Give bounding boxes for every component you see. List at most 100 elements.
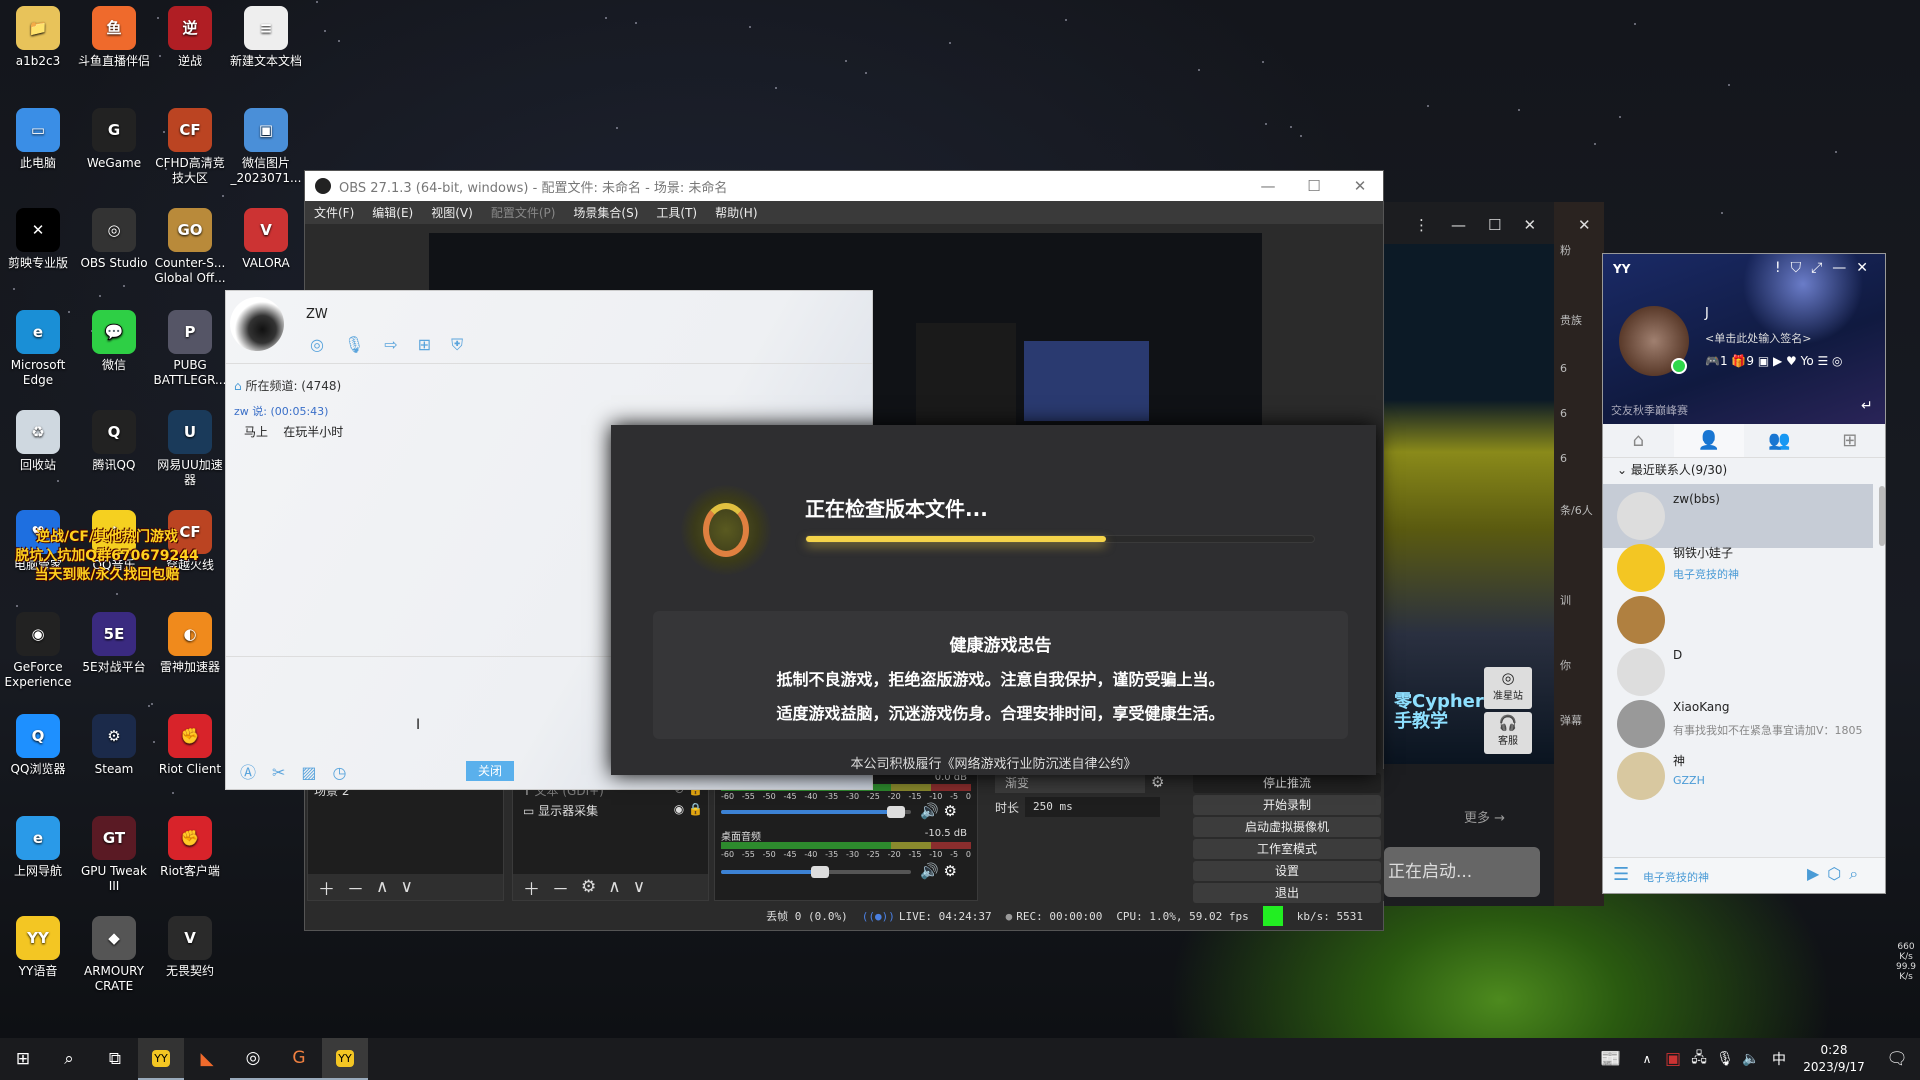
volume-icon[interactable]: 🔈 xyxy=(1738,1038,1764,1080)
transition-select[interactable]: 渐变 xyxy=(995,773,1145,793)
news-icon[interactable]: 📰 xyxy=(1588,1038,1634,1080)
online-status-icon[interactable] xyxy=(1671,358,1687,374)
desktop-icon[interactable]: U 网易UU加速器 xyxy=(152,410,228,488)
desktop-icon[interactable]: ✊ Riot客户端 xyxy=(152,816,228,879)
source-item[interactable]: ▭ 显示器采集 ◉ 🔒 xyxy=(523,802,703,819)
image-icon[interactable]: ▨ xyxy=(301,763,332,782)
down-icon[interactable]: ∨ xyxy=(633,877,645,897)
footer-icons[interactable]: ▶⬡⌕ xyxy=(1807,864,1866,884)
scrollbar[interactable] xyxy=(1879,486,1885,546)
webcam-icon[interactable]: ◎ xyxy=(310,335,344,354)
add-icon[interactable]: ＋ xyxy=(318,875,335,900)
desktop-icon[interactable]: Q QQ浏览器 xyxy=(0,714,76,777)
taskbar-douyu[interactable]: ◣ xyxy=(184,1038,230,1080)
desktop-icon[interactable]: Q 腾讯QQ xyxy=(76,410,152,473)
font-icon[interactable]: Ⓐ xyxy=(240,763,272,782)
desktop-icon[interactable]: P PUBG BATTLEGR... xyxy=(152,310,228,388)
menu-icon[interactable]: ☰ xyxy=(1613,864,1629,885)
mic-icon[interactable]: 🎙 xyxy=(344,335,384,354)
window-controls[interactable]: !⛉⤢—✕ xyxy=(1775,260,1878,276)
desktop-icon[interactable]: ◉ GeForce Experience xyxy=(0,612,76,690)
desktop-icon[interactable]: ✊ Riot Client xyxy=(152,714,228,777)
control-button[interactable]: 工作室模式 xyxy=(1193,839,1381,859)
desktop-icon[interactable]: 📁 a1b2c3 xyxy=(0,6,76,69)
clock-icon[interactable]: ◷ xyxy=(333,763,363,782)
down-icon[interactable]: ∨ xyxy=(400,877,412,897)
control-button[interactable]: 设置 xyxy=(1193,861,1381,881)
desktop-icon[interactable]: GO Counter-S... Global Off... xyxy=(152,208,228,286)
desktop-icon[interactable]: V 无畏契约 xyxy=(152,916,228,979)
control-button[interactable]: 退出 xyxy=(1193,883,1381,903)
control-button[interactable]: 停止推流 xyxy=(1193,773,1381,793)
desktop-icon[interactable]: V VALORA xyxy=(228,208,304,271)
desktop-icon[interactable]: e Microsoft Edge xyxy=(0,310,76,388)
desktop-icon[interactable]: ⚙ Steam xyxy=(76,714,152,777)
shield-icon[interactable]: ⛨ xyxy=(451,335,483,354)
desktop-icon[interactable]: 💬 微信 xyxy=(76,310,152,373)
file-icon[interactable]: ⇨ xyxy=(384,335,417,354)
channel-link[interactable]: 电子竞技的神 xyxy=(1643,869,1709,885)
ime-indicator[interactable]: 中 xyxy=(1764,1038,1794,1080)
control-button[interactable]: 启动虚拟摄像机 xyxy=(1193,817,1381,837)
desktop-icon[interactable]: GT GPU Tweak III xyxy=(76,816,152,894)
microphone-icon[interactable]: 🎙 xyxy=(1712,1038,1738,1080)
search-icon[interactable]: ⌕ xyxy=(46,1038,92,1080)
speaker-icon[interactable]: 🔊 ⚙ xyxy=(920,862,957,880)
launch-button[interactable]: 正在启动... xyxy=(1384,847,1540,897)
task-view-icon[interactable]: ⧉ xyxy=(92,1038,138,1080)
menu-item[interactable]: 文件(F) xyxy=(305,204,363,221)
desktop-icon[interactable]: ◐ 雷神加速器 xyxy=(152,612,228,675)
clock[interactable]: 0:28 2023/9/17 xyxy=(1794,1042,1874,1076)
duration-input[interactable]: 250 ms xyxy=(1025,797,1160,817)
network-icon[interactable]: 🖧 xyxy=(1686,1038,1712,1080)
channel-info[interactable]: ⌂ 所在频道: (4748) xyxy=(234,377,341,394)
remove-icon[interactable]: － xyxy=(552,875,569,900)
recent-contacts-header[interactable]: ⌄ 最近联系人(9/30) xyxy=(1603,458,1885,482)
desktop-icon[interactable]: YY YY语音 xyxy=(0,916,76,979)
support-button[interactable]: 🎧 客服 xyxy=(1484,712,1532,754)
taskbar-wegame[interactable]: G xyxy=(276,1038,322,1080)
desktop-icon[interactable]: 逆逆战 xyxy=(152,6,228,69)
menu-item[interactable]: 工具(T) xyxy=(647,204,706,221)
control-button[interactable]: 开始录制 xyxy=(1193,795,1381,815)
desktop-icon[interactable]: 5E 5E对战平台 xyxy=(76,612,152,675)
remove-icon[interactable]: － xyxy=(347,875,364,900)
gear-icon[interactable]: ⚙ xyxy=(1151,773,1164,791)
tab-contacts[interactable]: 👤 xyxy=(1673,424,1744,457)
input-toolbar[interactable]: Ⓐ✂▨◷ xyxy=(240,759,363,783)
minimize-button[interactable]: — xyxy=(1245,171,1291,201)
desktop-icon[interactable]: ▣ 微信图片_2023071... xyxy=(228,108,304,186)
volume-slider[interactable] xyxy=(721,806,911,818)
menu-item[interactable]: 帮助(H) xyxy=(706,204,766,221)
contact-item[interactable]: 神 GZZH xyxy=(1603,744,1873,808)
maximize-button[interactable]: ☐ xyxy=(1291,171,1337,201)
more-link[interactable]: 更多 → xyxy=(1464,807,1505,826)
taskbar-yy[interactable]: YY xyxy=(138,1038,184,1080)
window-controls[interactable]: ⋮—☐✕ xyxy=(1414,216,1558,234)
close-icon[interactable]: ✕ xyxy=(1578,216,1591,234)
gear-icon[interactable]: ⚙ xyxy=(581,877,596,897)
desktop-icon[interactable]: G WeGame xyxy=(76,108,152,171)
close-button[interactable]: ✕ xyxy=(1337,171,1383,201)
desktop-icon[interactable]: ♻ 回收站 xyxy=(0,410,76,473)
desktop-icon[interactable]: e 上网导航 xyxy=(0,816,76,879)
enter-icon[interactable]: ↵ xyxy=(1861,398,1873,414)
add-icon[interactable]: ＋ xyxy=(523,875,540,900)
taskbar-yy-chat[interactable]: YY xyxy=(322,1038,368,1080)
add-comment-icon[interactable]: ⊞ xyxy=(418,335,451,354)
eye-icon[interactable]: ◉ 🔒 xyxy=(674,802,703,816)
feature-icons[interactable]: 🎮1 🎁9 ▣ ▶ ♥ Yo ☰ ◎ xyxy=(1705,354,1843,368)
menu-item[interactable]: 场景集合(S) xyxy=(564,204,647,221)
desktop-icon[interactable]: ◆ ARMOURY CRATE xyxy=(76,916,152,994)
start-button[interactable]: ⊞ xyxy=(0,1038,46,1080)
volume-slider[interactable] xyxy=(721,866,911,878)
desktop-icon[interactable]: ▭ 此电脑 xyxy=(0,108,76,171)
desktop-icon[interactable]: ≡ 新建文本文档 xyxy=(228,6,304,69)
up-icon[interactable]: ∧ xyxy=(608,877,620,897)
desktop-icon[interactable]: CF CFHD高清竞技大区 xyxy=(152,108,228,186)
menu-item[interactable]: 视图(V) xyxy=(422,204,482,221)
chat-toolbar[interactable]: ◎🎙⇨⊞⛨ xyxy=(310,335,483,355)
desktop-icon[interactable]: 鱼斗鱼直播伴侣 xyxy=(76,6,152,69)
event-banner[interactable]: 交友秋季巅峰赛 xyxy=(1611,402,1688,418)
taskbar-obs[interactable]: ◎ xyxy=(230,1038,276,1080)
